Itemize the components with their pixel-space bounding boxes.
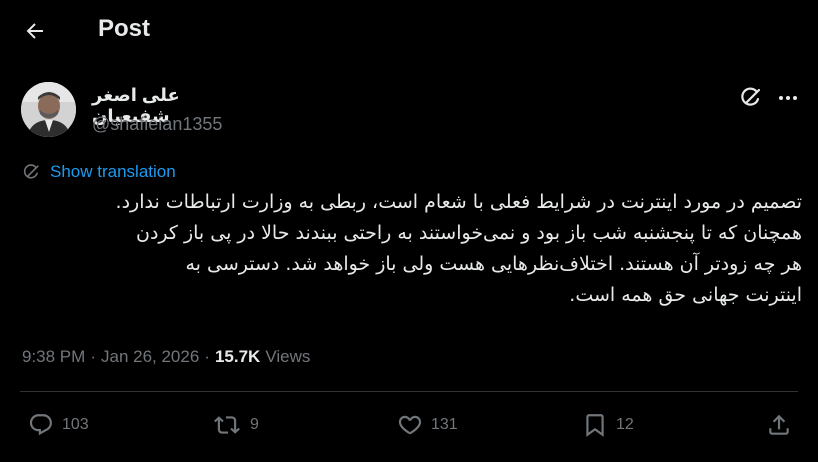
page-title: Post [98, 15, 151, 42]
bookmark-button[interactable]: 12 [582, 412, 634, 438]
like-count: 131 [431, 416, 458, 433]
meta-separator: · [90, 347, 96, 366]
divider [20, 391, 798, 392]
grok-button[interactable] [737, 84, 765, 112]
post-text-line: هر چه زودتر آن هستند. اختلاف‌نظرهایی هست… [185, 253, 802, 275]
reply-button[interactable]: 103 [28, 412, 89, 438]
bookmark-icon [586, 414, 604, 437]
repost-button[interactable]: 9 [212, 412, 259, 438]
show-translation-label: Show translation [50, 162, 176, 181]
more-icon [779, 96, 797, 100]
post-text-line: تصمیم در مورد اینترنت در شرایط فعلی با ش… [115, 191, 802, 213]
like-button[interactable]: 131 [397, 412, 458, 438]
avatar[interactable] [21, 82, 76, 137]
views-label: Views [265, 347, 311, 366]
views-count[interactable]: 15.7K [215, 347, 260, 367]
post-text: تصمیم در مورد اینترنت در شرایط فعلی با ش… [20, 187, 802, 311]
reply-count: 103 [62, 416, 89, 433]
grok-icon [741, 87, 761, 106]
post-text-line: همچنان که تا پنجشنبه شب باز بود و نمی‌خو… [135, 222, 802, 244]
post-date[interactable]: Jan 26, 2026 [101, 347, 199, 367]
show-translation-link[interactable]: Show translation [22, 162, 176, 182]
heart-icon [398, 415, 422, 435]
repost-count: 9 [250, 416, 259, 433]
reply-icon [29, 414, 52, 436]
post-header: Post [0, 0, 818, 62]
post-time[interactable]: 9:38 PM [22, 347, 85, 367]
post-meta: 9:38 PM · Jan 26, 2026 · 15.7K Views [22, 347, 310, 367]
bookmark-count: 12 [616, 416, 634, 433]
share-icon [769, 414, 789, 435]
more-button[interactable] [774, 84, 802, 112]
back-button[interactable] [20, 16, 50, 46]
post-text-line: اینترنت جهانی حق همه است. [569, 284, 802, 306]
meta-separator: · [204, 347, 210, 366]
repost-icon [214, 416, 240, 434]
translate-icon [23, 163, 39, 179]
arrow-left-icon [26, 23, 43, 39]
share-button[interactable] [766, 412, 792, 438]
action-bar: 103 9 131 12 [0, 402, 818, 452]
author-handle[interactable]: @shafieian1355 [92, 114, 222, 135]
